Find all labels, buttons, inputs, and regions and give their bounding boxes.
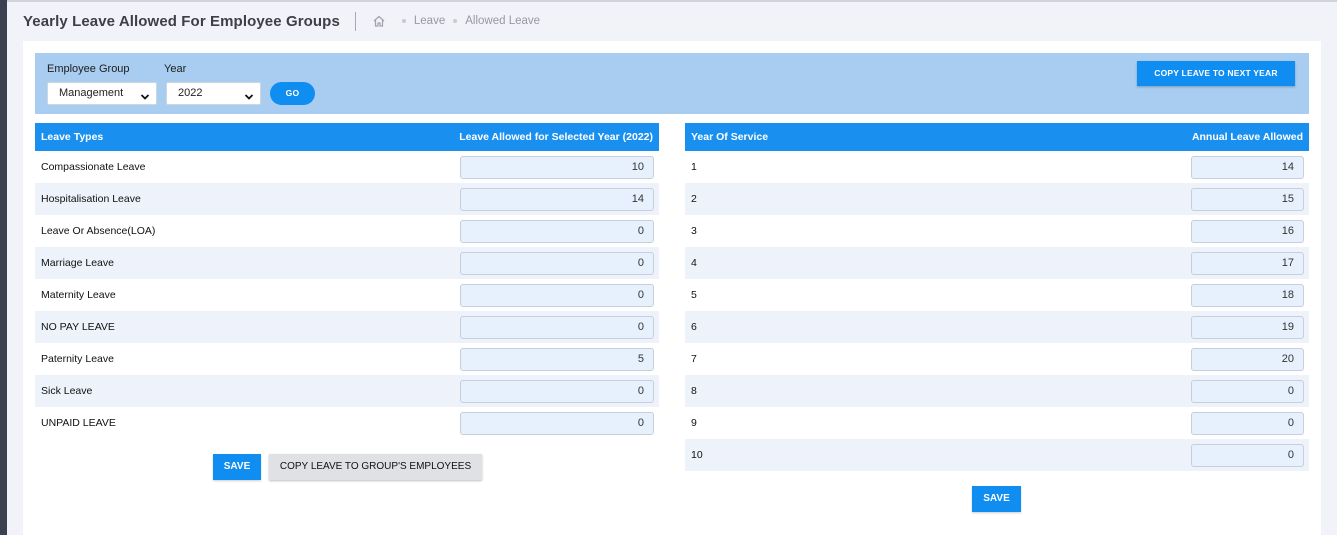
service-year: 2 (691, 193, 697, 205)
save-annual-leave-button[interactable]: SAVE (972, 486, 1021, 512)
leave-type-name: UNPAID LEAVE (41, 417, 116, 429)
year-label: Year (164, 63, 187, 75)
employee-group-select[interactable]: Management (47, 82, 157, 105)
annual-leave-input[interactable]: 14 (1191, 155, 1304, 179)
go-button[interactable]: GO (270, 82, 315, 105)
service-year: 6 (691, 321, 697, 333)
breadcrumb-allowed-leave[interactable]: Allowed Leave (465, 15, 540, 27)
leave-type-name: Sick Leave (41, 385, 93, 397)
table-row: 4 17 (685, 247, 1309, 279)
year-of-service-table: Year Of Service Annual Leave Allowed 1 1… (685, 123, 1309, 471)
copy-leave-group-employees-button[interactable]: COPY LEAVE TO GROUP'S EMPLOYEES (269, 454, 482, 480)
table-row: UNPAID LEAVE 0 (35, 407, 659, 439)
leave-allowed-input[interactable]: 0 (460, 379, 654, 403)
table-header: Leave Types Leave Allowed for Selected Y… (35, 123, 659, 151)
table-row: 6 19 (685, 311, 1309, 343)
table-row: NO PAY LEAVE 0 (35, 311, 659, 343)
service-year: 4 (691, 257, 697, 269)
header-year-of-service: Year Of Service (691, 131, 769, 143)
header-leave-types: Leave Types (41, 131, 104, 143)
leave-types-table: Leave Types Leave Allowed for Selected Y… (35, 123, 659, 439)
employee-group-value: Management (59, 87, 124, 99)
leave-allowed-input[interactable]: 0 (460, 251, 654, 275)
service-year: 10 (691, 449, 703, 461)
table-row: 1 14 (685, 151, 1309, 183)
leave-allowed-input[interactable]: 5 (460, 347, 654, 371)
table-row: 8 0 (685, 375, 1309, 407)
service-year: 9 (691, 417, 697, 429)
leave-allowed-input[interactable]: 0 (460, 219, 654, 243)
leave-allowed-input[interactable]: 0 (460, 283, 654, 307)
home-icon[interactable] (372, 14, 386, 28)
page-title: Yearly Leave Allowed For Employee Groups (23, 12, 340, 30)
annual-leave-input[interactable]: 15 (1191, 187, 1304, 211)
table-row: 5 18 (685, 279, 1309, 311)
filter-bar: Employee Group Year Management 2022 GO C… (35, 53, 1309, 114)
employee-group-label: Employee Group (47, 63, 130, 75)
annual-leave-input[interactable]: 0 (1191, 379, 1304, 403)
service-year: 8 (691, 385, 697, 397)
annual-leave-input[interactable]: 17 (1191, 251, 1304, 275)
chevron-down-icon (140, 89, 150, 100)
annual-leave-input[interactable]: 0 (1191, 443, 1304, 467)
table-row: Sick Leave 0 (35, 375, 659, 407)
header-leave-allowed: Leave Allowed for Selected Year (2022) (459, 131, 653, 143)
subheader: Yearly Leave Allowed For Employee Groups… (7, 2, 1337, 40)
leave-allowed-input[interactable]: 0 (460, 315, 654, 339)
content-card: Employee Group Year Management 2022 GO C… (23, 41, 1321, 535)
leave-allowed-input[interactable]: 14 (460, 187, 654, 211)
annual-leave-input[interactable]: 19 (1191, 315, 1304, 339)
table-row: 7 20 (685, 343, 1309, 375)
table-row: Paternity Leave 5 (35, 343, 659, 375)
annual-leave-input[interactable]: 0 (1191, 411, 1304, 435)
leave-type-name: Hospitalisation Leave (41, 193, 141, 205)
breadcrumb: Leave Allowed Leave (372, 14, 540, 28)
leave-type-name: Paternity Leave (41, 353, 114, 365)
breadcrumb-dot (453, 19, 458, 23)
annual-leave-input[interactable]: 18 (1191, 283, 1304, 307)
save-leave-types-button[interactable]: SAVE (213, 454, 261, 480)
annual-leave-input[interactable]: 20 (1191, 347, 1304, 371)
annual-leave-input[interactable]: 16 (1191, 219, 1304, 243)
leave-type-name: NO PAY LEAVE (41, 321, 115, 333)
header-annual-leave: Annual Leave Allowed (1191, 131, 1303, 143)
service-year: 1 (691, 161, 697, 173)
service-year: 5 (691, 289, 697, 301)
table-header: Year Of Service Annual Leave Allowed (685, 123, 1309, 151)
table-row: 3 16 (685, 215, 1309, 247)
breadcrumb-dot (401, 19, 406, 23)
service-year: 3 (691, 225, 697, 237)
table-row: 2 15 (685, 183, 1309, 215)
table-row: 10 0 (685, 439, 1309, 471)
leave-type-name: Leave Or Absence(LOA) (41, 225, 156, 237)
table-row: 9 0 (685, 407, 1309, 439)
leave-type-name: Maternity Leave (41, 289, 116, 301)
copy-leave-next-year-button[interactable]: COPY LEAVE TO NEXT YEAR (1137, 61, 1295, 86)
title-separator (354, 11, 356, 31)
table-row: Leave Or Absence(LOA) 0 (35, 215, 659, 247)
leave-type-name: Marriage Leave (41, 257, 114, 269)
breadcrumb-leave[interactable]: Leave (414, 15, 445, 27)
table-row: Marriage Leave 0 (35, 247, 659, 279)
table-row: Maternity Leave 0 (35, 279, 659, 311)
leave-allowed-input[interactable]: 10 (460, 155, 654, 179)
table-row: Hospitalisation Leave 14 (35, 183, 659, 215)
year-value: 2022 (178, 87, 203, 99)
service-year: 7 (691, 353, 697, 365)
leave-type-name: Compassionate Leave (41, 161, 146, 173)
table-row: Compassionate Leave 10 (35, 151, 659, 183)
chevron-down-icon (244, 89, 254, 100)
year-select[interactable]: 2022 (166, 82, 261, 105)
leave-allowed-input[interactable]: 0 (460, 411, 654, 435)
sidebar-edge (0, 0, 7, 535)
